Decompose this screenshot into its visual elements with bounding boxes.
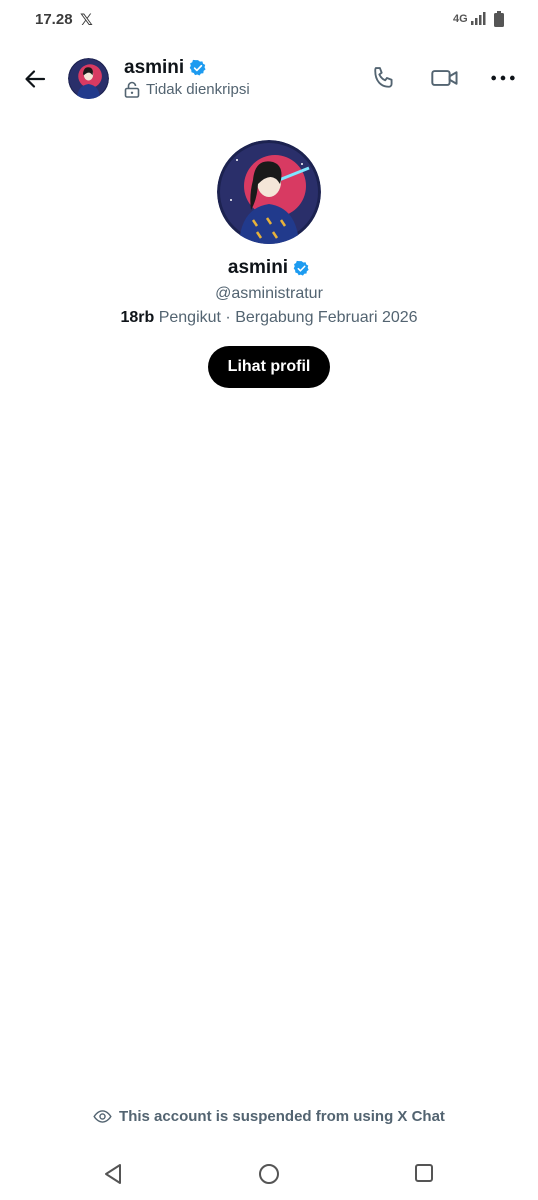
more-options-button[interactable]	[489, 64, 517, 97]
header-name-row[interactable]: asmini	[124, 57, 207, 79]
system-nav-bar	[0, 1150, 538, 1200]
battery-icon	[494, 11, 504, 32]
circle-home-icon	[259, 1164, 279, 1184]
profile-name-row: asmini	[0, 257, 538, 279]
header-avatar[interactable]	[68, 58, 109, 99]
back-button[interactable]	[20, 64, 50, 94]
eye-icon	[93, 1110, 112, 1123]
encryption-status: Tidak dienkripsi	[124, 81, 250, 98]
nav-recents-button[interactable]	[414, 1163, 434, 1188]
suspended-notice: This account is suspended from using X C…	[0, 1107, 538, 1126]
video-icon	[431, 70, 458, 86]
unlock-icon	[124, 81, 140, 98]
signal-icon	[471, 12, 487, 30]
profile-card: asmini @asministratur 18rb Pengikut · Be…	[0, 140, 538, 388]
followers-count: 18rb	[120, 309, 155, 326]
profile-meta: 18rb Pengikut · Bergabung Februari 2026	[0, 309, 538, 327]
more-icon	[491, 75, 515, 81]
verified-badge-icon	[189, 59, 206, 76]
profile-avatar[interactable]	[217, 140, 321, 244]
encryption-label: Tidak dienkripsi	[146, 81, 250, 98]
header-name: asmini	[124, 57, 185, 78]
profile-name: asmini	[227, 257, 289, 278]
verified-badge-icon	[293, 260, 309, 276]
nav-home-button[interactable]	[258, 1163, 280, 1190]
network-type: 4G	[453, 13, 468, 25]
notice-text: This account is suspended from using X C…	[119, 1108, 445, 1125]
triangle-back-icon	[105, 1164, 121, 1184]
followers-label: Pengikut · Bergabung Februari 2026	[158, 309, 418, 326]
status-time: 17.28	[35, 11, 73, 28]
square-recents-icon	[415, 1164, 433, 1182]
phone-icon	[374, 67, 393, 88]
back-arrow-icon	[25, 70, 46, 88]
nav-back-button[interactable]	[103, 1163, 123, 1190]
view-profile-button[interactable]: Lihat profil	[207, 346, 331, 388]
status-bar: 17.28 𝕏 4G	[0, 0, 538, 40]
chat-header: asmini Tidak dienkripsi	[0, 50, 538, 110]
x-logo-icon: 𝕏	[80, 12, 93, 29]
call-button[interactable]	[370, 64, 398, 97]
video-call-button[interactable]	[430, 64, 460, 97]
profile-handle: @asministratur	[215, 285, 323, 302]
